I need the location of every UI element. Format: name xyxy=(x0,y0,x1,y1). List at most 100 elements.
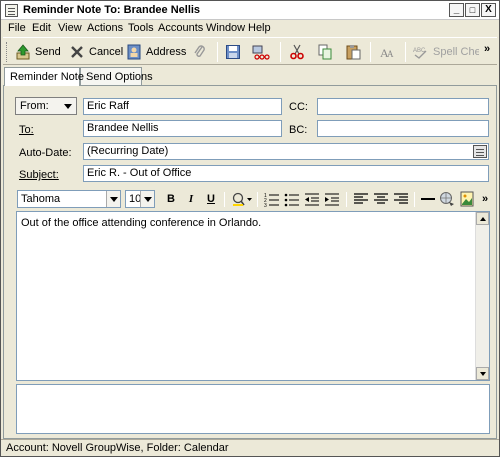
vertical-scrollbar[interactable] xyxy=(475,212,489,380)
cancel-button[interactable]: Cancel xyxy=(69,41,123,63)
horizontal-line-button[interactable] xyxy=(420,191,436,207)
decrease-indent-button[interactable] xyxy=(304,191,320,207)
toolbar-separator xyxy=(280,42,281,62)
subject-field[interactable]: Eric R. - Out of Office xyxy=(83,165,489,182)
format-toolbar: Tahoma 10 B I U 123 » xyxy=(15,189,493,211)
bold-button[interactable]: B xyxy=(163,191,179,207)
auto-date-label: Auto-Date: xyxy=(19,147,72,159)
globe-link-icon xyxy=(440,192,454,206)
chevron-down-icon xyxy=(64,104,72,109)
cc-field[interactable] xyxy=(317,98,489,115)
copy-button[interactable] xyxy=(317,41,333,63)
subject-label: Subject: xyxy=(19,169,59,181)
chevron-down-icon xyxy=(140,191,154,207)
menu-window[interactable]: Window xyxy=(206,22,245,34)
address-book-icon xyxy=(126,44,142,60)
highlighter-icon xyxy=(232,192,252,206)
toolbar-grip[interactable] xyxy=(6,42,9,62)
calendar-icon[interactable] xyxy=(473,145,487,158)
format-separator xyxy=(257,192,258,207)
numbered-list-button[interactable]: 123 xyxy=(264,191,280,209)
cut-button[interactable] xyxy=(289,41,305,63)
chevron-down-icon xyxy=(106,191,120,207)
insert-image-button[interactable] xyxy=(459,191,475,207)
spell-check-button[interactable]: ABC Spell Check xyxy=(413,41,479,63)
save-button[interactable] xyxy=(225,41,241,63)
menu-help[interactable]: Help xyxy=(248,22,271,34)
italic-button[interactable]: I xyxy=(183,191,199,207)
align-center-icon xyxy=(374,193,388,204)
bullet-list-icon xyxy=(284,193,299,207)
spell-options-button[interactable] xyxy=(252,41,270,63)
from-field[interactable]: Eric Raff xyxy=(83,98,282,115)
note-app-icon xyxy=(5,4,18,17)
menu-edit[interactable]: Edit xyxy=(32,22,51,34)
scissors-icon xyxy=(289,44,305,60)
horizontal-line-icon xyxy=(421,198,435,200)
address-label: Address xyxy=(146,46,187,58)
align-right-button[interactable] xyxy=(393,191,409,207)
increase-indent-icon xyxy=(325,193,339,206)
from-dropdown-button[interactable]: From: xyxy=(15,97,77,115)
tab-reminder-note[interactable]: Reminder Note xyxy=(4,67,84,86)
from-label: From: xyxy=(20,100,49,112)
bullet-list-button[interactable] xyxy=(284,191,300,207)
send-label: Send xyxy=(35,46,61,58)
scroll-down-arrow[interactable] xyxy=(476,367,489,380)
cancel-label: Cancel xyxy=(89,46,124,58)
font-size-select[interactable]: 10 xyxy=(125,190,155,208)
to-field[interactable]: Brandee Nellis xyxy=(83,120,282,137)
reminder-note-window: Reminder Note To: Brandee Nellis _ □ X F… xyxy=(0,0,500,457)
toolbar-separator xyxy=(370,42,371,62)
paste-button[interactable] xyxy=(345,41,361,63)
font-aa-icon: AA xyxy=(379,44,395,60)
spell-check-abc-icon: ABC xyxy=(413,44,429,60)
menu-actions[interactable]: Actions xyxy=(87,22,123,34)
align-center-button[interactable] xyxy=(373,191,389,207)
cancel-x-icon xyxy=(69,44,85,60)
align-left-button[interactable] xyxy=(353,191,369,207)
status-bar: Account: Novell GroupWise, Folder: Calen… xyxy=(1,439,499,456)
paste-clipboard-icon xyxy=(345,44,361,60)
status-text: Account: Novell GroupWise, Folder: Calen… xyxy=(6,442,229,454)
insert-link-button[interactable] xyxy=(439,191,455,207)
spell-check-label: Spell Check xyxy=(433,46,479,58)
message-body-text: Out of the office attending conference i… xyxy=(21,217,262,229)
close-button[interactable]: X xyxy=(481,3,496,17)
increase-indent-button[interactable] xyxy=(324,191,340,207)
menu-accounts[interactable]: Accounts xyxy=(158,22,203,34)
menu-tools[interactable]: Tools xyxy=(128,22,154,34)
bc-field[interactable] xyxy=(317,120,489,137)
tab-send-options[interactable]: Send Options xyxy=(80,67,153,85)
window-title: Reminder Note To: Brandee Nellis xyxy=(23,4,201,16)
auto-date-field[interactable]: (Recurring Date) xyxy=(83,143,489,160)
save-disk-icon xyxy=(225,44,241,60)
svg-text:3: 3 xyxy=(264,203,267,207)
note-tabs: Reminder Note Send Options xyxy=(1,67,499,86)
bc-label: BC: xyxy=(289,124,308,136)
menu-bar: File Edit View Actions Tools Accounts Wi… xyxy=(1,20,499,36)
scroll-up-arrow[interactable] xyxy=(476,212,489,225)
main-toolbar: Send Cancel Address A A ABC Spell Che » xyxy=(3,37,497,65)
attachment-area[interactable] xyxy=(16,384,490,434)
menu-view[interactable]: View xyxy=(58,22,82,34)
toolbar-overflow-chevron[interactable]: » xyxy=(484,43,490,55)
font-family-select[interactable]: Tahoma xyxy=(17,190,121,208)
format-overflow-chevron[interactable]: » xyxy=(477,191,493,207)
maximize-button[interactable]: □ xyxy=(465,3,480,17)
underline-button[interactable]: U xyxy=(203,191,219,207)
menu-file[interactable]: File xyxy=(8,22,26,34)
image-icon xyxy=(460,191,474,207)
to-label: To: xyxy=(19,124,34,136)
copy-icon xyxy=(317,44,333,60)
svg-text:A: A xyxy=(387,49,394,59)
send-button[interactable]: Send xyxy=(15,41,61,63)
font-button[interactable]: AA xyxy=(379,41,395,63)
minimize-button[interactable]: _ xyxy=(449,3,464,17)
paperclip-icon xyxy=(192,44,208,60)
address-button[interactable]: Address xyxy=(126,41,186,63)
highlighter-button[interactable] xyxy=(231,191,253,207)
toolbar-separator xyxy=(217,42,218,62)
message-body-editor[interactable]: Out of the office attending conference i… xyxy=(16,211,490,381)
attach-button[interactable] xyxy=(192,41,208,63)
